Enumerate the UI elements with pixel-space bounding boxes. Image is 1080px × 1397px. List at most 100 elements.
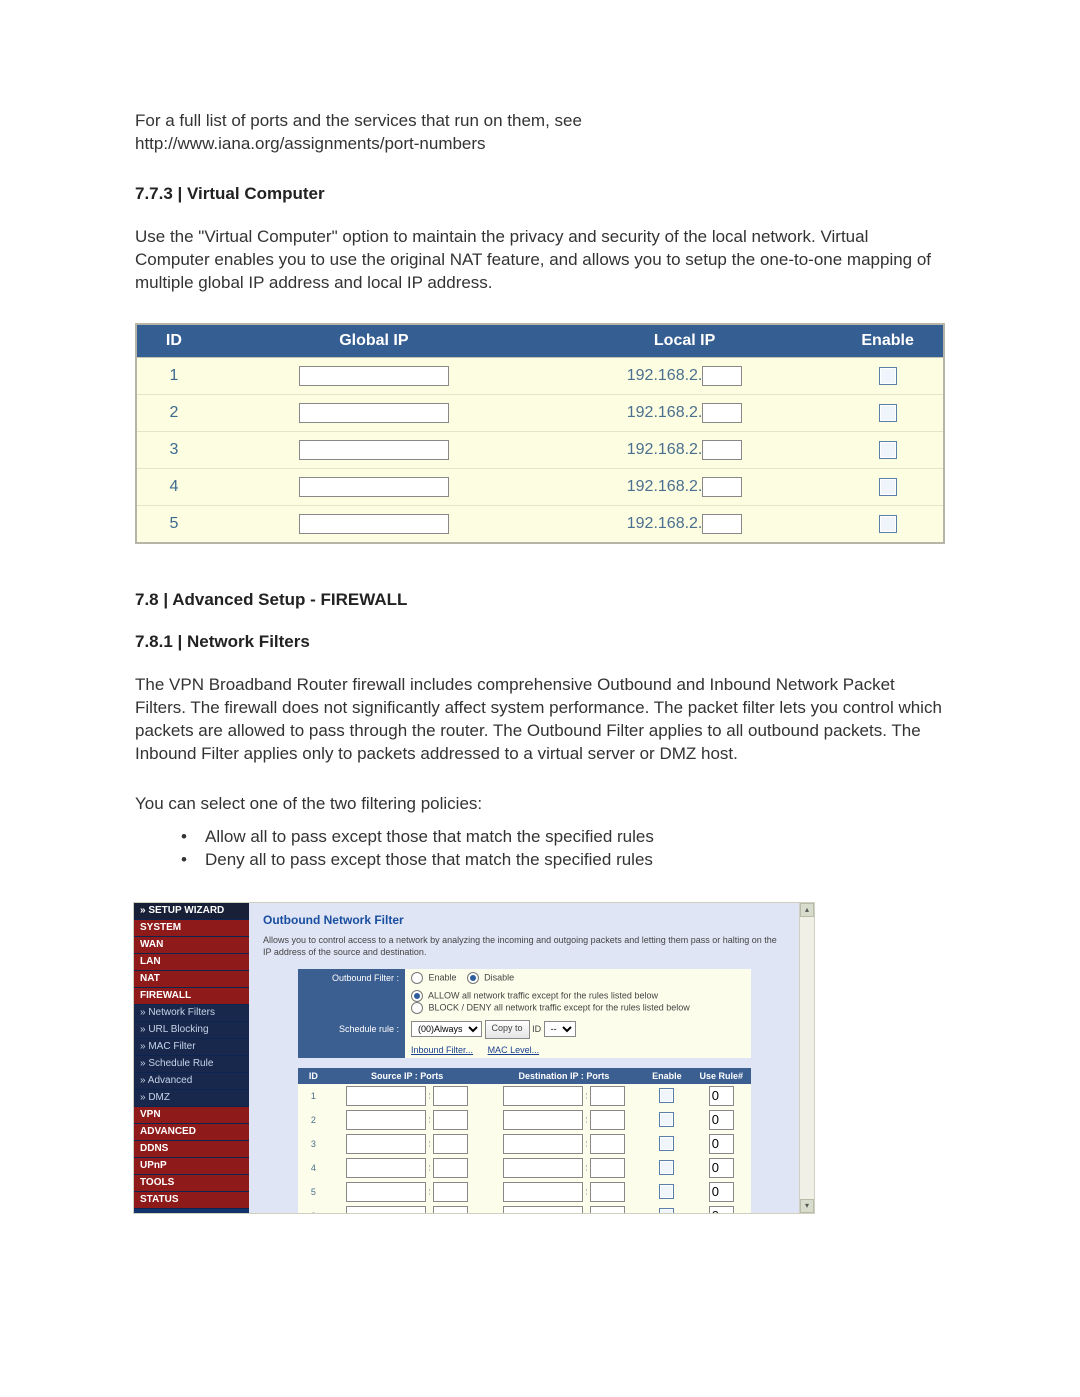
sidebar-item[interactable]: LAN xyxy=(134,954,249,971)
copy-id-label: ID xyxy=(532,1024,541,1034)
sidebar-item[interactable]: » Network Filters xyxy=(134,1005,249,1022)
dst-ip-input[interactable] xyxy=(503,1182,583,1202)
scroll-down-icon[interactable]: ▾ xyxy=(800,1199,814,1213)
rule-id: 4 xyxy=(298,1156,329,1180)
enable-checkbox[interactable] xyxy=(879,441,897,459)
dst-ip-input[interactable] xyxy=(503,1134,583,1154)
rules-header-id: ID xyxy=(298,1068,329,1084)
outbound-filter-label: Outbound Filter : xyxy=(298,969,405,987)
dst-port-input[interactable] xyxy=(590,1158,625,1178)
sidebar-item[interactable]: UPnP xyxy=(134,1158,249,1175)
inbound-filter-link[interactable]: Inbound Filter... xyxy=(411,1045,473,1055)
sidebar-item[interactable]: SYSTEM xyxy=(134,920,249,937)
scrollbar[interactable]: ▴ ▾ xyxy=(799,903,814,1213)
sidebar-item[interactable]: FIREWALL xyxy=(134,988,249,1005)
dst-port-input[interactable] xyxy=(590,1182,625,1202)
sidebar-item[interactable]: DDNS xyxy=(134,1141,249,1158)
src-port-input[interactable] xyxy=(433,1158,468,1178)
global-ip-input[interactable] xyxy=(299,514,449,534)
vc-cell-id: 4 xyxy=(137,468,211,505)
sidebar: » SETUP WIZARDSYSTEMWANLANNATFIREWALL» N… xyxy=(134,903,249,1213)
dst-port-input[interactable] xyxy=(590,1206,625,1215)
enable-checkbox[interactable] xyxy=(879,404,897,422)
radio-enable[interactable] xyxy=(411,972,423,984)
use-rule-input[interactable] xyxy=(709,1182,734,1202)
rule-id: 3 xyxy=(298,1132,329,1156)
nf-description: The VPN Broadband Router firewall includ… xyxy=(135,674,945,766)
global-ip-input[interactable] xyxy=(299,440,449,460)
use-rule-input[interactable] xyxy=(709,1086,734,1106)
sidebar-item[interactable]: » Schedule Rule xyxy=(134,1056,249,1073)
copy-id-select[interactable]: -- xyxy=(544,1021,576,1037)
src-port-input[interactable] xyxy=(433,1134,468,1154)
rule-row: 5 : : xyxy=(298,1180,751,1204)
src-ip-input[interactable] xyxy=(346,1134,426,1154)
src-port-input[interactable] xyxy=(433,1206,468,1215)
rule-enable-checkbox[interactable] xyxy=(659,1136,674,1151)
local-ip-input[interactable] xyxy=(702,477,742,497)
dst-port-input[interactable] xyxy=(590,1110,625,1130)
rules-table: ID Source IP : Ports Destination IP : Po… xyxy=(298,1068,751,1215)
outbound-filter-screenshot: » SETUP WIZARDSYSTEMWANLANNATFIREWALL» N… xyxy=(133,902,815,1214)
rule-enable-checkbox[interactable] xyxy=(659,1160,674,1175)
use-rule-input[interactable] xyxy=(709,1206,734,1215)
dst-ip-input[interactable] xyxy=(503,1086,583,1106)
local-ip-input[interactable] xyxy=(702,403,742,423)
local-ip-input[interactable] xyxy=(702,366,742,386)
sidebar-item[interactable]: ADVANCED xyxy=(134,1124,249,1141)
local-ip-prefix: 192.168.2. xyxy=(627,441,703,459)
enable-checkbox[interactable] xyxy=(879,478,897,496)
dst-port-input[interactable] xyxy=(590,1086,625,1106)
global-ip-input[interactable] xyxy=(299,477,449,497)
radio-policy-block[interactable] xyxy=(411,1002,423,1014)
use-rule-input[interactable] xyxy=(709,1110,734,1130)
sidebar-item[interactable]: WAN xyxy=(134,937,249,954)
enable-checkbox[interactable] xyxy=(879,515,897,533)
sidebar-item[interactable]: TOOLS xyxy=(134,1175,249,1192)
sidebar-item[interactable]: STATUS xyxy=(134,1192,249,1209)
schedule-select[interactable]: (00)Always xyxy=(411,1021,482,1037)
dst-ip-input[interactable] xyxy=(503,1158,583,1178)
sidebar-item[interactable]: NAT xyxy=(134,971,249,988)
src-ip-input[interactable] xyxy=(346,1206,426,1215)
radio-disable[interactable] xyxy=(467,972,479,984)
dst-ip-input[interactable] xyxy=(503,1206,583,1215)
filter-form-table: Outbound Filter : Enable Disable ALLOW a… xyxy=(298,969,751,1058)
src-ip-input[interactable] xyxy=(346,1158,426,1178)
use-rule-input[interactable] xyxy=(709,1134,734,1154)
local-ip-input[interactable] xyxy=(702,514,742,534)
mac-level-link[interactable]: MAC Level... xyxy=(488,1045,540,1055)
sidebar-item[interactable]: » Advanced xyxy=(134,1073,249,1090)
sidebar-item[interactable]: VPN xyxy=(134,1107,249,1124)
local-ip-input[interactable] xyxy=(702,440,742,460)
sidebar-item[interactable]: » MAC Filter xyxy=(134,1039,249,1056)
sidebar-item[interactable]: » URL Blocking xyxy=(134,1022,249,1039)
dst-port-input[interactable] xyxy=(590,1134,625,1154)
sidebar-item[interactable]: » SETUP WIZARD xyxy=(134,903,249,920)
panel-title: Outbound Network Filter xyxy=(263,913,786,927)
src-port-input[interactable] xyxy=(433,1086,468,1106)
src-port-input[interactable] xyxy=(433,1110,468,1130)
sidebar-item[interactable]: » DMZ xyxy=(134,1090,249,1107)
src-ip-input[interactable] xyxy=(346,1110,426,1130)
global-ip-input[interactable] xyxy=(299,366,449,386)
enable-checkbox[interactable] xyxy=(879,367,897,385)
rule-enable-checkbox[interactable] xyxy=(659,1208,674,1214)
src-ip-input[interactable] xyxy=(346,1182,426,1202)
radio-policy-allow[interactable] xyxy=(411,990,423,1002)
src-ip-input[interactable] xyxy=(346,1086,426,1106)
copy-to-button[interactable]: Copy to xyxy=(485,1020,530,1039)
rule-enable-checkbox[interactable] xyxy=(659,1112,674,1127)
rule-id: 5 xyxy=(298,1180,329,1204)
nf-policies-list: Allow all to pass except those that matc… xyxy=(135,826,945,872)
rule-row: 4 : : xyxy=(298,1156,751,1180)
disable-label: Disable xyxy=(484,972,514,982)
vc-row: 4192.168.2. xyxy=(137,468,943,505)
rule-enable-checkbox[interactable] xyxy=(659,1088,674,1103)
use-rule-input[interactable] xyxy=(709,1158,734,1178)
global-ip-input[interactable] xyxy=(299,403,449,423)
src-port-input[interactable] xyxy=(433,1182,468,1202)
scroll-up-icon[interactable]: ▴ xyxy=(800,903,814,917)
dst-ip-input[interactable] xyxy=(503,1110,583,1130)
rule-enable-checkbox[interactable] xyxy=(659,1184,674,1199)
